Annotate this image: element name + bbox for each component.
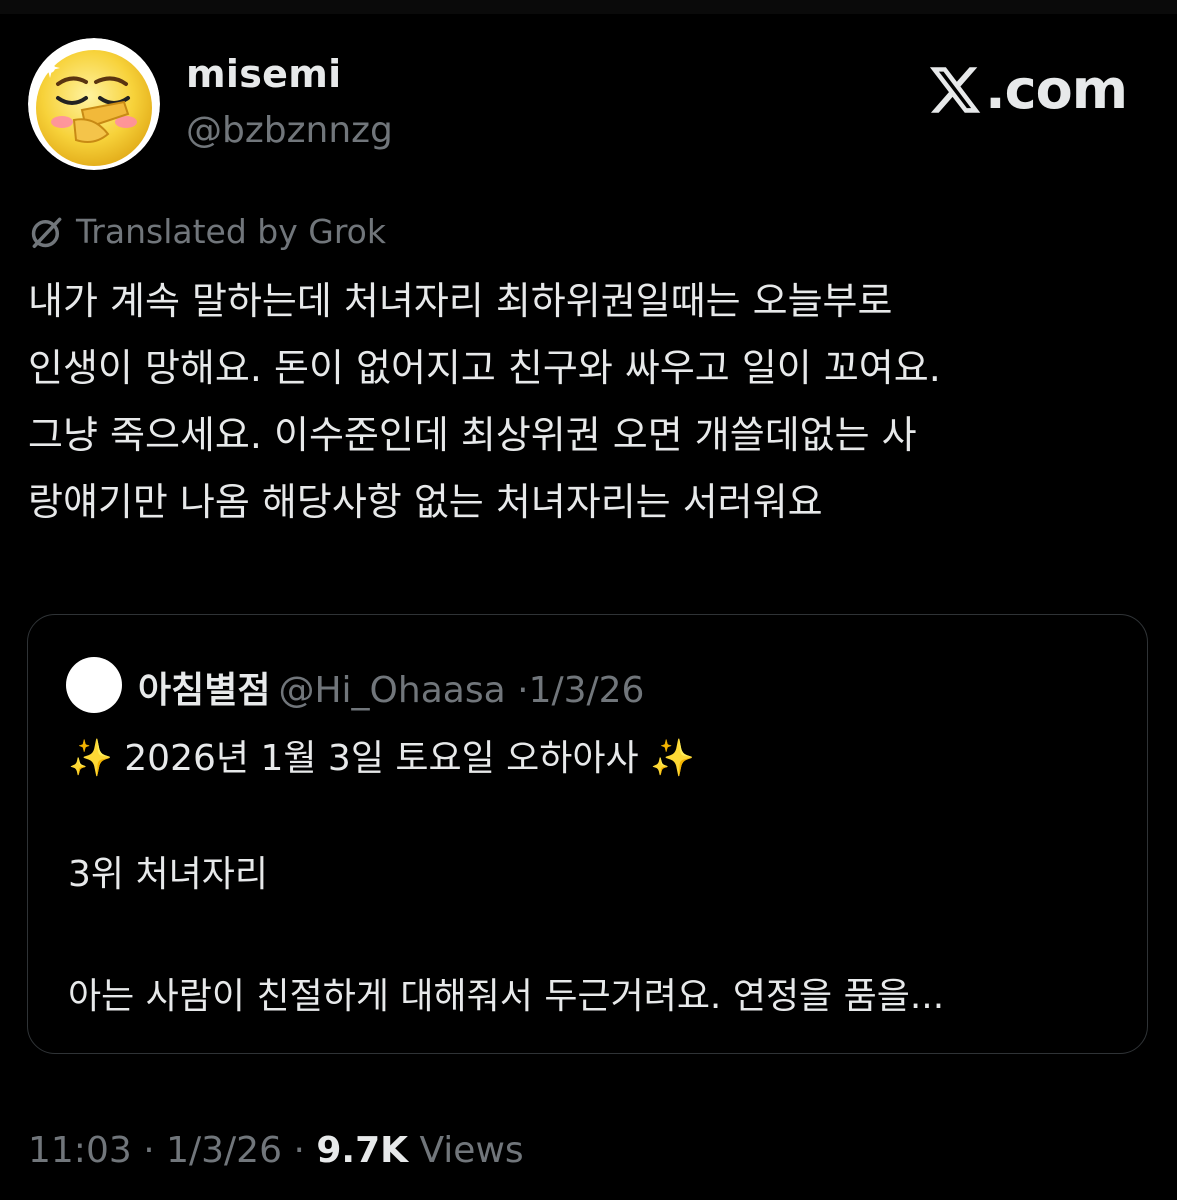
emoji-face-icon (28, 38, 160, 170)
grok-icon (31, 217, 62, 248)
tweet-time[interactable]: 11:03 (28, 1130, 132, 1171)
author-handle[interactable]: @bzbznnzg (186, 110, 393, 151)
quoted-author-avatar[interactable] (66, 657, 122, 713)
quoted-tweet-date[interactable]: 1/3/26 (529, 670, 645, 711)
brand-watermark: .com (927, 58, 1128, 121)
brand-domain-text: .com (985, 58, 1128, 121)
quoted-tweet-card[interactable]: 아침별점 @Hi_Ohaasa ·1/3/26 ✨ 2026년 1월 3일 토요일… (27, 614, 1148, 1054)
tweet-line: 그냥 죽으세요. 이수준인데 최상위권 오면 개쓸데없는 사 (28, 413, 917, 457)
x-logo-icon (930, 66, 981, 113)
tweet-text: 내가 계속 말하는데 처녀자리 최하위권일때는 오늘부로 인생이 망해요. 돈이… (28, 268, 1153, 536)
tweet-date[interactable]: 1/3/26 (166, 1130, 282, 1171)
quoted-author-handle[interactable]: @Hi_Ohaasa (278, 670, 505, 711)
avatar[interactable] (28, 38, 160, 170)
quoted-header-separator: · (517, 670, 529, 711)
quoted-tweet-header: 아침별점 @Hi_Ohaasa ·1/3/26 (138, 661, 644, 713)
top-edge (0, 0, 1177, 14)
views-label: Views (419, 1130, 524, 1171)
tweet-line: 랑얘기만 나옴 해당사항 없는 처녀자리는 서러워요 (28, 480, 823, 524)
translation-attribution[interactable]: Translated by Grok (28, 212, 386, 251)
views-count[interactable]: 9.7K (316, 1130, 408, 1171)
tweet-line: 내가 계속 말하는데 처녀자리 최하위권일때는 오늘부로 (28, 279, 893, 323)
tweet-metadata: 11:03 · 1/3/26 · 9.7K Views (28, 1130, 524, 1171)
footer-separator: · (293, 1130, 305, 1171)
quoted-tweet-line: ✨ 2026년 1월 3일 토요일 오하아사 ✨ (68, 738, 695, 779)
quoted-tweet-line: 3위 처녀자리 (68, 854, 268, 895)
translation-label: Translated by Grok (76, 212, 386, 251)
quoted-tweet-line: 아는 사람이 친절하게 대해줘서 두근거려요. 연정을 품을... (68, 976, 945, 1017)
quoted-author-name[interactable]: 아침별점 (138, 670, 270, 711)
author-display-name[interactable]: misemi (186, 52, 341, 96)
tweet-line: 인생이 망해요. 돈이 없어지고 친구와 싸우고 일이 꼬여요. (28, 346, 941, 390)
footer-separator: · (143, 1130, 155, 1171)
